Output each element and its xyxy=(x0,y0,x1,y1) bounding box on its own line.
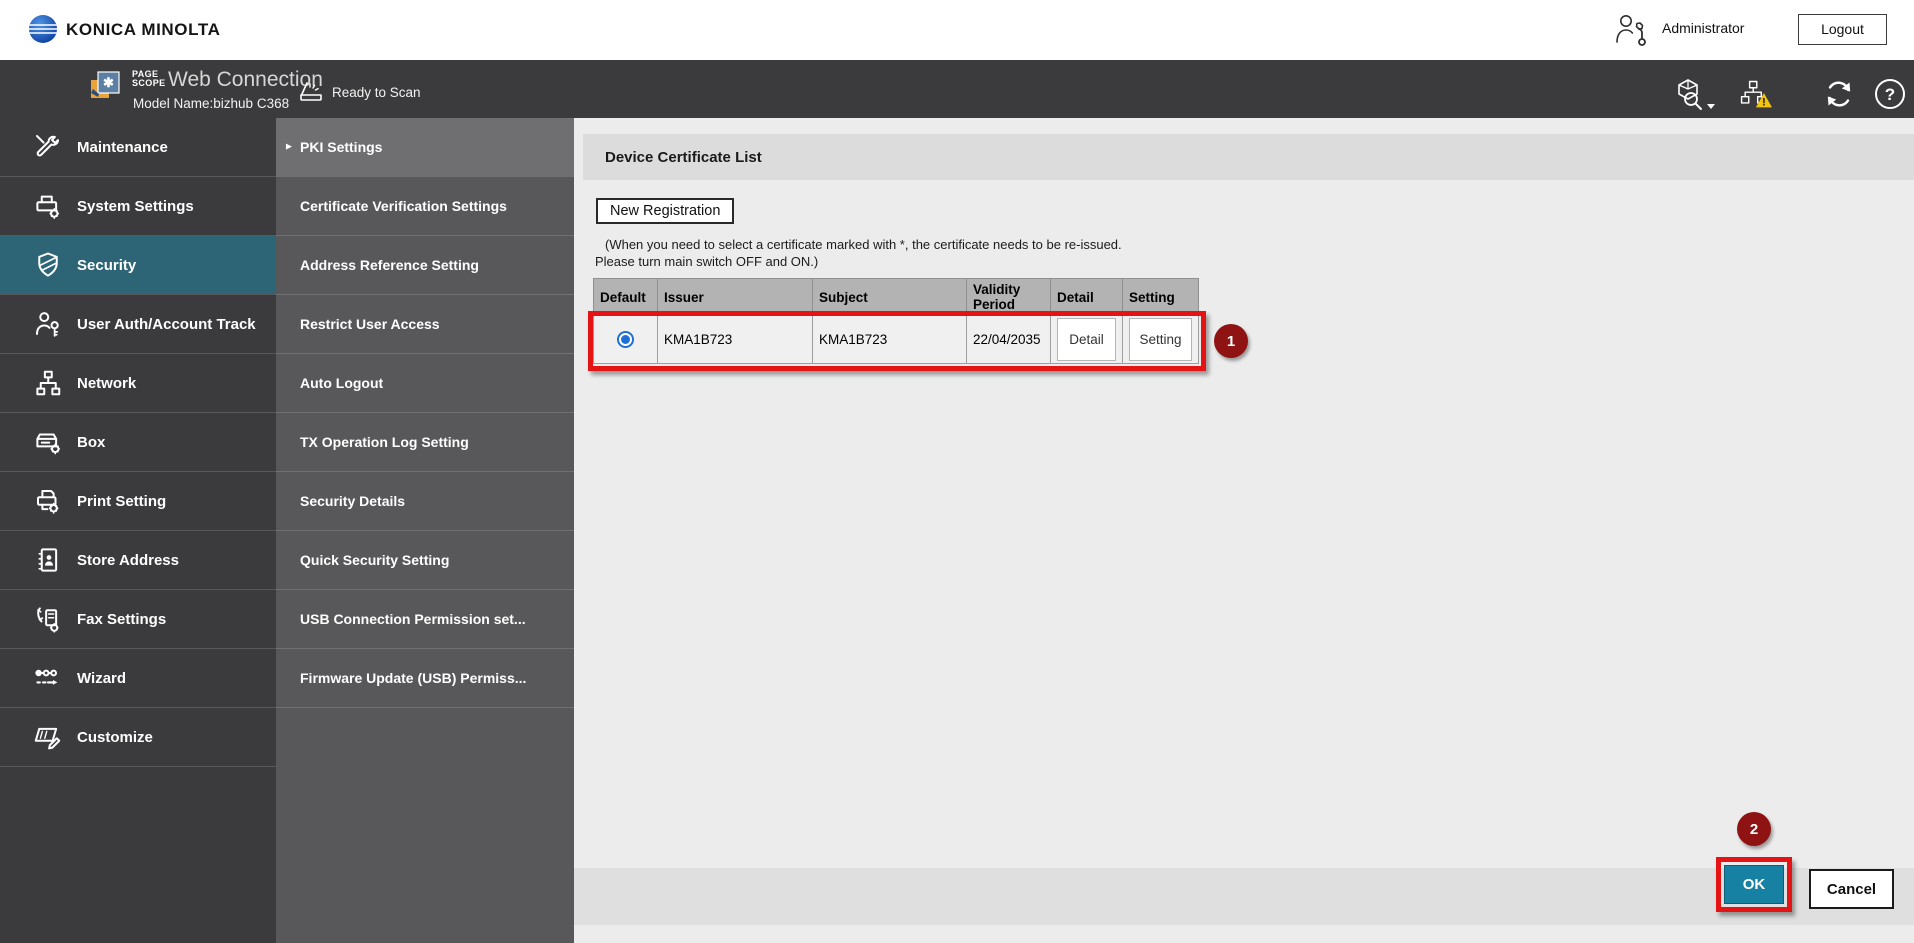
address-book-icon xyxy=(33,545,63,575)
annotation-step-2-badge: 2 xyxy=(1737,812,1771,846)
wrench-icon xyxy=(33,132,63,162)
setting-cell: Setting xyxy=(1123,316,1199,364)
title-band: Device Certificate List xyxy=(583,134,1914,180)
column-header-validity-period: Validity Period xyxy=(967,279,1051,316)
issuer-cell: KMA1B723 xyxy=(658,316,813,364)
pagescope-wordmark: PAGE SCOPE xyxy=(132,70,166,88)
sidebar-item-maintenance[interactable]: Maintenance xyxy=(0,118,276,177)
brand-text: KONICA MINOLTA xyxy=(66,20,220,40)
annotation-step-1-badge: 1 xyxy=(1214,324,1248,358)
detail-cell: Detail xyxy=(1051,316,1123,364)
print-gear-icon xyxy=(33,486,63,516)
sidebar-item-store-address[interactable]: Store Address xyxy=(0,531,276,590)
sidebar-item-label: Customize xyxy=(77,729,153,746)
note-line-1: (When you need to select a certificate m… xyxy=(605,237,1122,252)
sidebar-item-customize[interactable]: Customize xyxy=(0,708,276,767)
submenu-item-quick-security[interactable]: ► Quick Security Setting xyxy=(276,531,574,590)
wizard-steps-icon xyxy=(33,663,63,693)
page-title: Device Certificate List xyxy=(605,149,762,166)
certificate-row: KMA1B723 KMA1B723 22/04/2035 Detail Sett… xyxy=(594,316,1199,364)
scanner-status-icon xyxy=(298,78,324,104)
table-header-row: Default Issuer Subject Validity Period D… xyxy=(594,279,1199,316)
submenu-item-pki-settings[interactable]: ► PKI Settings xyxy=(276,118,574,177)
main-content: Device Certificate List New Registration… xyxy=(574,118,1914,943)
top-bar: KONICA MINOLTA Administrator Logout xyxy=(0,0,1914,60)
cancel-button[interactable]: Cancel xyxy=(1809,869,1894,909)
administrator-icon xyxy=(1612,12,1650,48)
user-key-icon xyxy=(33,309,63,339)
administrator-label: Administrator xyxy=(1662,20,1744,36)
detail-button[interactable]: Detail xyxy=(1057,318,1116,361)
column-header-default: Default xyxy=(594,279,658,316)
sidebar-item-system-settings[interactable]: System Settings xyxy=(0,177,276,236)
sidebar-item-label: Wizard xyxy=(77,670,126,687)
sidebar-item-fax-settings[interactable]: Fax Settings xyxy=(0,590,276,649)
help-icon[interactable]: ? xyxy=(1873,77,1907,111)
sidebar-item-label: System Settings xyxy=(77,198,194,215)
submenu-item-firmware-update-usb[interactable]: ► Firmware Update (USB) Permiss... xyxy=(276,649,574,708)
box-gear-icon xyxy=(33,427,63,457)
footer-band xyxy=(574,868,1914,925)
column-header-issuer: Issuer xyxy=(658,279,813,316)
annotation-highlight-box-ok: OK xyxy=(1716,857,1792,912)
shield-icon xyxy=(33,250,63,280)
model-name: Model Name:bizhub C368 xyxy=(133,96,289,111)
sidebar-item-security[interactable]: Security xyxy=(0,236,276,295)
subject-cell: KMA1B723 xyxy=(813,316,967,364)
network-status-warning-icon[interactable]: ! xyxy=(1738,77,1772,111)
sidebar-item-label: User Auth/Account Track xyxy=(77,316,256,333)
note-line-2: Please turn main switch OFF and ON.) xyxy=(595,254,818,269)
ok-button[interactable]: OK xyxy=(1724,865,1784,904)
svg-text:!: ! xyxy=(1762,97,1766,109)
submenu-item-tx-operation-log[interactable]: ► TX Operation Log Setting xyxy=(276,413,574,472)
submenu-item-usb-connection-permission[interactable]: ► USB Connection Permission set... xyxy=(276,590,574,649)
sidebar-item-label: Maintenance xyxy=(77,139,168,156)
pagescope-logo-icon: ✱ xyxy=(88,68,126,104)
dropdown-caret-icon[interactable] xyxy=(1707,104,1715,109)
submenu-item-certificate-verification[interactable]: ► Certificate Verification Settings xyxy=(276,177,574,236)
sidebar-item-wizard[interactable]: Wizard xyxy=(0,649,276,708)
sidebar-item-label: Store Address xyxy=(77,552,179,569)
sidebar: Maintenance System Settings Security Use… xyxy=(0,118,276,943)
default-radio[interactable] xyxy=(617,331,634,348)
submenu-item-security-details[interactable]: ► Security Details xyxy=(276,472,574,531)
column-header-setting: Setting xyxy=(1123,279,1199,316)
customize-pencil-icon xyxy=(33,722,63,752)
selected-arrow-icon: ► xyxy=(284,142,294,153)
device-certificate-table: Default Issuer Subject Validity Period D… xyxy=(593,278,1199,364)
device-status-text: Ready to Scan xyxy=(332,85,421,100)
sidebar-item-user-auth[interactable]: User Auth/Account Track xyxy=(0,295,276,354)
submenu-item-auto-logout[interactable]: ► Auto Logout xyxy=(276,354,574,413)
submenu-item-restrict-user-access[interactable]: ► Restrict User Access xyxy=(276,295,574,354)
sidebar-item-print-setting[interactable]: Print Setting xyxy=(0,472,276,531)
radio-selected-dot xyxy=(621,335,630,344)
column-header-subject: Subject xyxy=(813,279,967,316)
device-view-search-icon[interactable] xyxy=(1672,77,1706,111)
svg-text:?: ? xyxy=(1885,85,1895,104)
validity-period-cell: 22/04/2035 xyxy=(967,316,1051,364)
fax-phone-icon xyxy=(33,604,63,634)
konica-minolta-globe-icon xyxy=(28,14,58,44)
sidebar-item-box[interactable]: Box xyxy=(0,413,276,472)
sidebar-item-label: Print Setting xyxy=(77,493,166,510)
sidebar-item-label: Fax Settings xyxy=(77,611,166,628)
new-registration-button[interactable]: New Registration xyxy=(596,198,734,224)
submenu: ► PKI Settings ► Certificate Verificatio… xyxy=(276,118,574,943)
logout-button[interactable]: Logout xyxy=(1798,14,1887,45)
sidebar-item-label: Security xyxy=(77,257,136,274)
printer-gear-icon xyxy=(33,191,63,221)
setting-button[interactable]: Setting xyxy=(1129,318,1192,361)
sidebar-item-label: Network xyxy=(77,375,136,392)
submenu-item-address-reference[interactable]: ► Address Reference Setting xyxy=(276,236,574,295)
column-header-detail: Detail xyxy=(1051,279,1123,316)
sidebar-item-label: Box xyxy=(77,434,105,451)
default-cell xyxy=(594,316,658,364)
svg-text:✱: ✱ xyxy=(103,75,114,90)
refresh-icon[interactable] xyxy=(1822,77,1856,111)
sidebar-item-network[interactable]: Network xyxy=(0,354,276,413)
network-icon xyxy=(33,368,63,398)
app-header: ✱ PAGE SCOPE Web Connection Model Name:b… xyxy=(0,60,1914,118)
